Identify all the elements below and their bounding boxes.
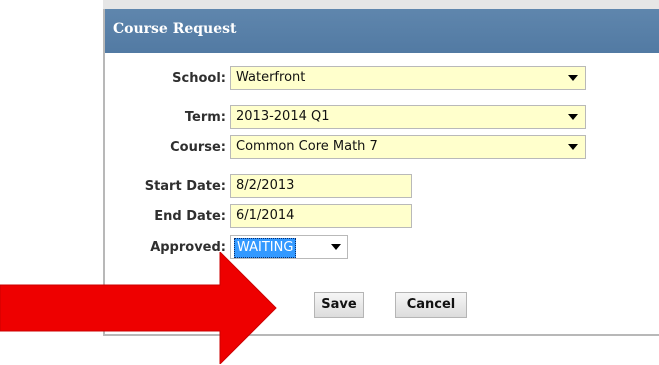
school-value: Waterfront [236, 70, 306, 85]
chevron-down-icon [568, 144, 578, 150]
school-select[interactable]: Waterfront [230, 66, 586, 90]
course-label: Course: [170, 140, 226, 155]
dialog-title: Course Request [113, 21, 237, 37]
start-date-input[interactable]: 8/2/2013 [230, 174, 412, 198]
course-select[interactable]: Common Core Math 7 [230, 135, 586, 159]
term-value: 2013-2014 Q1 [236, 109, 330, 124]
end-date-input[interactable]: 6/1/2014 [230, 204, 412, 228]
chevron-down-icon [331, 244, 341, 250]
save-button[interactable]: Save [314, 292, 364, 318]
school-label: School: [172, 71, 226, 86]
cancel-button[interactable]: Cancel [395, 292, 467, 318]
term-select[interactable]: 2013-2014 Q1 [230, 105, 586, 129]
course-value: Common Core Math 7 [236, 139, 378, 154]
start-date-value: 8/2/2013 [236, 178, 295, 193]
term-label: Term: [184, 110, 226, 125]
end-date-label: End Date: [154, 209, 226, 224]
chevron-down-icon [568, 75, 578, 81]
start-date-label: Start Date: [144, 179, 226, 194]
chevron-down-icon [568, 114, 578, 120]
end-date-value: 6/1/2014 [236, 208, 295, 223]
dialog-titlebar: Course Request [105, 9, 659, 53]
screen: Course Request School: Waterfront Term: … [0, 0, 659, 365]
red-arrow-icon [0, 252, 277, 364]
